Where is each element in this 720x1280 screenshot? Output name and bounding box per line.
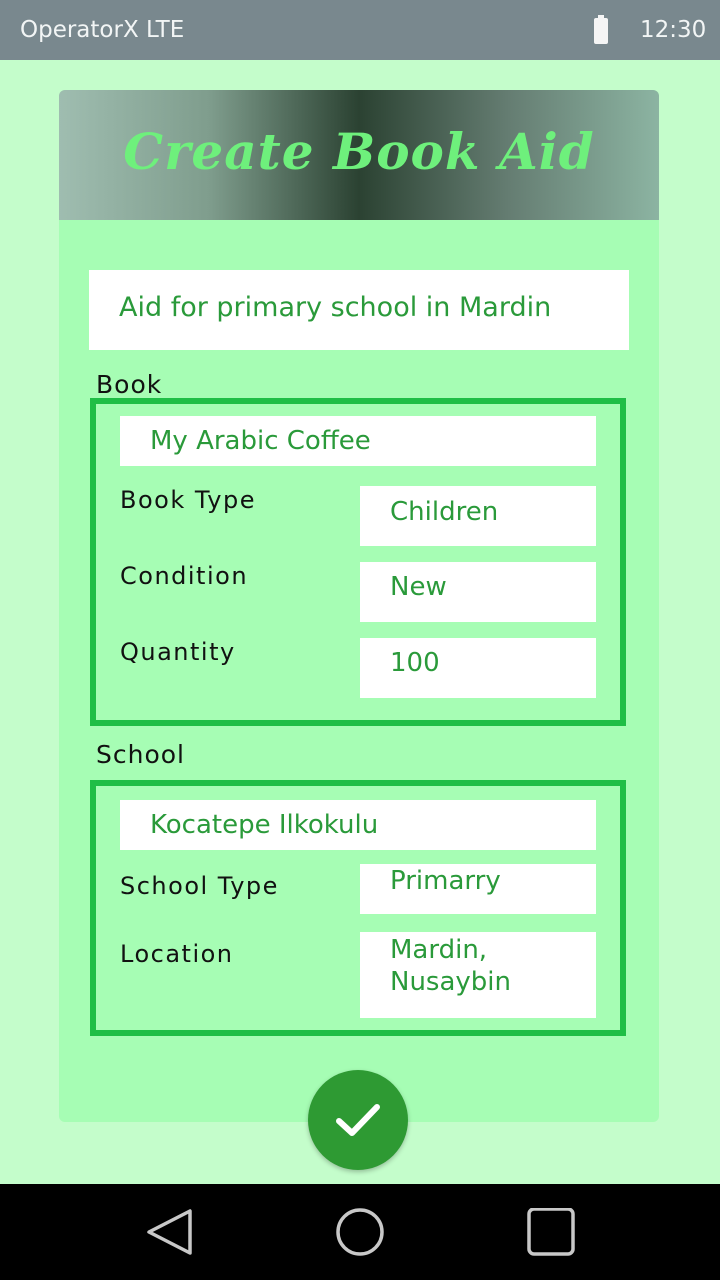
aid-name-field[interactable]: Aid for primary school in Mardin: [89, 270, 629, 350]
battery-icon: [594, 15, 608, 44]
location-label: Location: [120, 940, 234, 968]
submit-button[interactable]: [308, 1070, 408, 1170]
condition-label: Condition: [120, 562, 249, 590]
book-type-label: Book Type: [120, 486, 256, 514]
book-section-label: Book: [96, 370, 163, 399]
school-section-label: School: [96, 740, 185, 769]
back-triangle-icon[interactable]: [144, 1208, 196, 1256]
book-type-field[interactable]: Children: [360, 486, 596, 546]
quantity-label: Quantity: [120, 638, 236, 666]
school-type-label: School Type: [120, 872, 279, 900]
create-aid-card: Create Book Aid Aid for primary school i…: [59, 90, 659, 1122]
status-bar: OperatorX LTE 12:30: [0, 0, 720, 60]
page-title: Create Book Aid: [123, 122, 595, 181]
check-icon: [336, 1104, 380, 1136]
navigation-bar: [0, 1184, 720, 1280]
quantity-field[interactable]: 100: [360, 638, 596, 698]
school-name-field[interactable]: Kocatepe Ilkokulu: [120, 800, 596, 850]
school-group: Kocatepe Ilkokulu School Type Primarry L…: [90, 780, 626, 1036]
home-circle-icon[interactable]: [334, 1208, 386, 1260]
location-field[interactable]: Mardin, Nusaybin: [360, 932, 596, 1018]
book-title-field[interactable]: My Arabic Coffee: [120, 416, 596, 466]
carrier-name: OperatorX LTE: [20, 17, 185, 43]
recents-square-icon[interactable]: [526, 1208, 578, 1260]
status-time: 12:30: [640, 17, 707, 43]
card-header: Create Book Aid: [59, 90, 659, 220]
condition-field[interactable]: New: [360, 562, 596, 622]
book-group: My Arabic Coffee Book Type Children Cond…: [90, 398, 626, 726]
school-type-field[interactable]: Primarry: [360, 864, 596, 914]
